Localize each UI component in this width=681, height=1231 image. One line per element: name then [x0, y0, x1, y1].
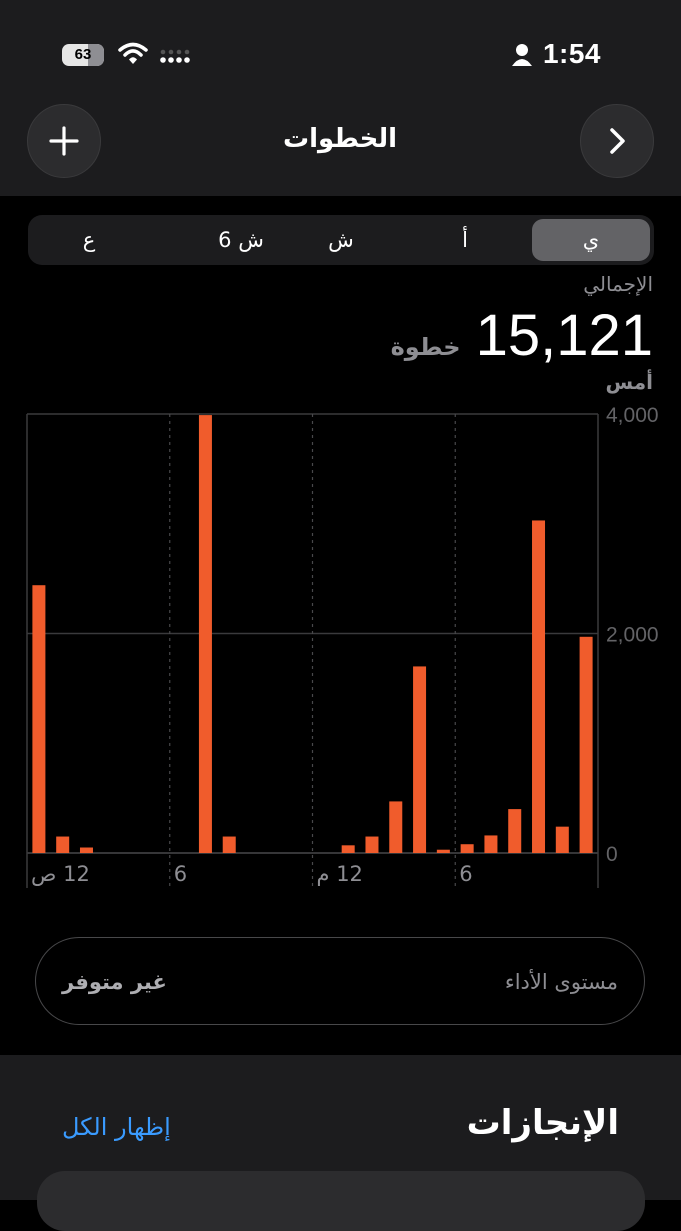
battery-indicator: 63: [62, 44, 104, 66]
bar-hour-18: [460, 844, 474, 853]
plus-icon: [49, 126, 79, 156]
bar-hour-22: [555, 826, 569, 853]
segment-day[interactable]: ي: [532, 219, 650, 261]
segment-year[interactable]: ع: [30, 219, 148, 261]
x-tick-label: 12 ص: [31, 862, 90, 886]
performance-value: غير متوفر: [62, 970, 167, 994]
x-tick-label: 6: [459, 862, 472, 886]
bar-hour-2: [79, 847, 93, 853]
page-title: الخطوات: [282, 124, 398, 154]
total-value: 15,121: [475, 303, 653, 368]
segment-six-months[interactable]: 6 ش: [182, 219, 300, 261]
add-button[interactable]: [27, 104, 101, 178]
performance-level-pill[interactable]: مستوى الأداء غير متوفر: [35, 937, 645, 1025]
cellular-signal-icon: [160, 49, 190, 63]
bar-hour-16: [413, 666, 427, 853]
header-area: 63 1:54 الخطوات: [0, 0, 681, 196]
bar-hour-19: [484, 835, 498, 853]
next-button[interactable]: [580, 104, 654, 178]
x-tick-label: 12 م: [317, 862, 363, 886]
bar-hour-23: [579, 636, 593, 853]
y-tick-label: 2,000: [606, 624, 659, 647]
total-steps: 15,121 خطوة: [391, 302, 653, 370]
battery-level: 63: [74, 46, 92, 63]
wifi-icon: [118, 42, 148, 64]
bar-hour-0: [32, 585, 46, 853]
show-all-link[interactable]: إظهار الكل: [62, 1113, 171, 1141]
bar-hour-8: [222, 836, 236, 853]
x-tick-label: 6: [174, 862, 187, 886]
achievements-title: الإنجازات: [466, 1103, 619, 1143]
steps-bar-chart: 4,000 2,000 0 12 ص 6 12 م 6: [26, 404, 659, 888]
bar-hour-14: [365, 836, 379, 853]
achievements-section: الإنجازات إظهار الكل: [0, 1055, 681, 1231]
bar-hour-15: [389, 801, 403, 853]
segment-week[interactable]: أ: [406, 219, 524, 261]
y-tick-label: 0: [606, 843, 618, 866]
achievement-card[interactable]: [37, 1171, 645, 1231]
status-bar: 63 1:54: [0, 34, 681, 78]
total-label: الإجمالي: [583, 272, 653, 296]
date-label: أمس: [605, 370, 653, 394]
y-tick-label: 4,000: [606, 404, 659, 427]
person-icon: [512, 44, 532, 66]
total-unit: خطوة: [390, 333, 461, 361]
status-time: 1:54: [542, 38, 601, 69]
performance-label: مستوى الأداء: [504, 970, 618, 994]
time-range-segmented-control: ي أ ش 6 ش ع: [28, 215, 654, 265]
bar-hour-13: [341, 845, 355, 853]
chevron-right-icon: [610, 128, 625, 154]
bar-hour-17: [436, 849, 450, 853]
bar-hour-21: [532, 520, 546, 853]
bar-hour-1: [56, 836, 70, 853]
bar-hour-20: [508, 809, 522, 853]
bar-hour-7: [198, 415, 212, 853]
